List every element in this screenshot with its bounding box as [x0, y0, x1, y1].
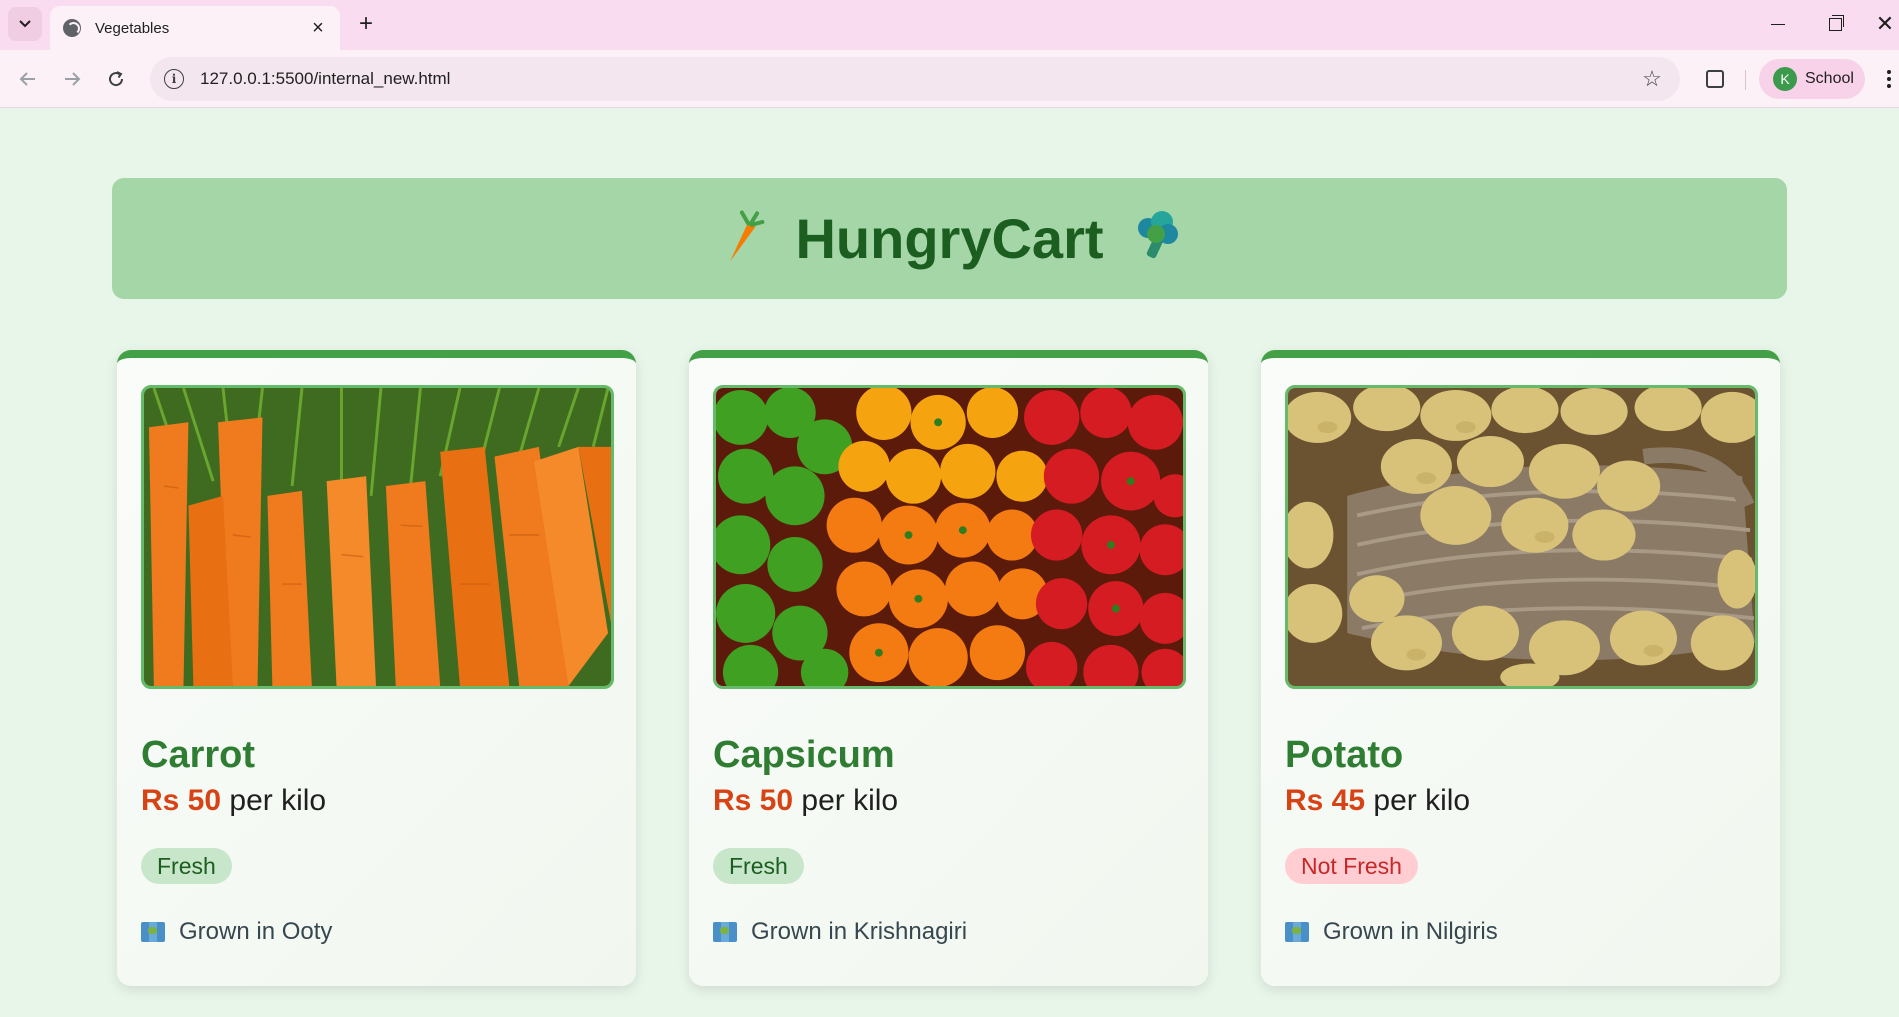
arrow-left-icon	[19, 72, 35, 86]
browser-tab-strip: Vegetables × + ✕	[0, 0, 1899, 50]
toolbar-divider	[1745, 70, 1746, 90]
product-name: Carrot	[141, 734, 256, 776]
site-info-icon[interactable]: i	[164, 69, 184, 89]
price-amount: Rs 50	[713, 784, 794, 817]
product-name: Potato	[1285, 734, 1404, 776]
product-origin: Grown in Ooty	[141, 918, 332, 946]
menu-dot	[1887, 70, 1891, 74]
product-price: Rs 50 per kilo	[141, 784, 326, 818]
product-origin: Grown in Nilgiris	[1285, 918, 1498, 946]
origin-text: Grown in Krishnagiri	[751, 918, 968, 945]
restore-button[interactable]	[1812, 6, 1858, 42]
reload-button[interactable]	[98, 61, 134, 97]
address-bar[interactable]: i 127.0.0.1:5500/internal_new.html ☆	[150, 57, 1680, 101]
status-badge: Fresh	[713, 848, 804, 884]
product-image-carrot	[141, 385, 614, 689]
origin-text: Grown in Nilgiris	[1323, 918, 1498, 945]
profile-button[interactable]: K School	[1759, 59, 1865, 99]
product-price: Rs 45 per kilo	[1285, 784, 1470, 818]
price-unit: per kilo	[229, 784, 327, 817]
avatar: K	[1773, 67, 1797, 91]
product-image-capsicum	[713, 385, 1186, 689]
extensions-button[interactable]	[1697, 61, 1733, 97]
carrot-icon	[707, 200, 779, 277]
product-name: Capsicum	[713, 734, 895, 776]
price-amount: Rs 45	[1285, 784, 1366, 817]
profile-name: School	[1805, 70, 1854, 87]
site-title: HungryCart	[795, 207, 1104, 270]
site-header: HungryCart	[112, 178, 1787, 299]
back-button[interactable]	[10, 61, 46, 97]
menu-dot	[1887, 77, 1891, 81]
url-text[interactable]: 127.0.0.1:5500/internal_new.html	[200, 69, 1634, 89]
browser-tab[interactable]: Vegetables ×	[50, 6, 340, 50]
product-image-potato	[1285, 385, 1758, 689]
tab-search-button[interactable]	[8, 7, 42, 41]
product-card-capsicum: Capsicum Rs 50 per kilo Fresh Grown in K…	[689, 350, 1208, 986]
price-unit: per kilo	[801, 784, 899, 817]
tab-title: Vegetables	[95, 19, 170, 37]
product-card-carrot: Carrot Rs 50 per kilo Fresh Grown in Oot…	[117, 350, 636, 986]
arrow-right-icon	[65, 72, 81, 86]
browser-menu-button[interactable]	[1880, 61, 1898, 97]
restore-icon	[1828, 14, 1844, 31]
new-tab-button[interactable]: +	[352, 10, 380, 38]
close-tab-icon[interactable]: ×	[304, 14, 332, 42]
product-price: Rs 50 per kilo	[713, 784, 898, 818]
reload-icon	[109, 71, 124, 87]
menu-dot	[1887, 84, 1891, 88]
status-badge: Not Fresh	[1285, 848, 1418, 884]
minimize-icon	[1771, 23, 1785, 25]
chevron-down-icon	[19, 20, 31, 28]
map-icon	[141, 922, 165, 942]
broccoli-icon	[1130, 208, 1184, 270]
minimize-button[interactable]	[1755, 6, 1801, 42]
page-content: HungryCart Carrot Rs 50 per kilo Fresh G…	[0, 108, 1899, 1017]
close-window-button[interactable]: ✕	[1862, 6, 1899, 42]
status-badge: Fresh	[141, 848, 232, 884]
product-origin: Grown in Krishnagiri	[713, 918, 967, 946]
globe-icon	[63, 19, 81, 37]
puzzle-icon	[1706, 70, 1724, 88]
product-card-potato: Potato Rs 45 per kilo Not Fresh Grown in…	[1261, 350, 1780, 986]
browser-toolbar: i 127.0.0.1:5500/internal_new.html ☆ K S…	[0, 50, 1899, 108]
price-unit: per kilo	[1373, 784, 1471, 817]
map-icon	[713, 922, 737, 942]
map-icon	[1285, 922, 1309, 942]
forward-button[interactable]	[54, 61, 90, 97]
price-amount: Rs 50	[141, 784, 222, 817]
origin-text: Grown in Ooty	[179, 918, 333, 945]
bookmark-star-icon[interactable]: ☆	[1634, 61, 1670, 97]
